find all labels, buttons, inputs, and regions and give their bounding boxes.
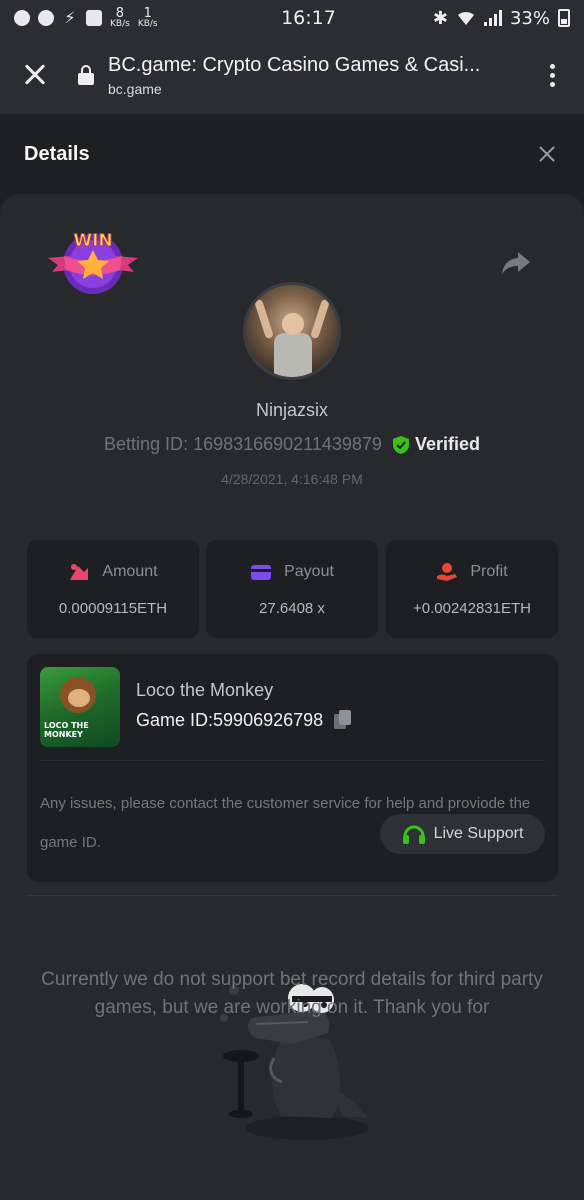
close-tab-icon[interactable] (18, 58, 52, 92)
payout-label: Payout (284, 563, 334, 580)
live-support-button[interactable]: Live Support (380, 814, 545, 854)
amount-label: Amount (102, 563, 158, 580)
game-info-box: LOCO THE MONKEY Loco the Monkey Game ID: … (27, 654, 558, 882)
amount-icon (70, 564, 89, 580)
details-header: Details (0, 114, 584, 194)
status-time: 16:17 (281, 7, 336, 29)
betting-id-value: 1698316690211439879 (193, 434, 382, 454)
status-bar: ⚡ 8 KB/s 1 KB/s 16:17 ✱ 33% (0, 0, 584, 36)
payout-stat: Payout 27.6408 x (206, 540, 378, 638)
browser-address[interactable]: BC.game: Crypto Casino Games & Casi... b… (108, 54, 540, 97)
win-badge-text: WIN (73, 231, 112, 251)
profit-value: +0.00242831ETH (412, 600, 531, 617)
headset-icon (402, 825, 425, 844)
live-support-label: Live Support (433, 825, 524, 842)
facebook-icon (38, 10, 54, 26)
browser-toolbar: BC.game: Crypto Casino Games & Casi... b… (0, 36, 584, 114)
status-right-icons: ✱ 33% (433, 8, 570, 29)
messenger-icon (14, 10, 30, 26)
divider (40, 760, 545, 761)
username: Ninjazsix (255, 400, 329, 420)
win-badge-icon: WIN (48, 231, 138, 294)
amount-value: 0.00009115ETH (58, 600, 168, 617)
profit-icon (437, 563, 458, 581)
signal-icon (483, 10, 502, 26)
page-title: BC.game: Crypto Casino Games & Casi... (108, 53, 481, 76)
download-speed: 8 KB/s (110, 5, 130, 29)
vpn-icon (86, 10, 102, 26)
profit-label: Profit (470, 563, 508, 580)
upload-speed: 1 KB/s (137, 5, 158, 29)
copy-icon[interactable] (333, 709, 353, 731)
bet-details-card: WIN Ninjazsix Betting ID: 16983166902114… (0, 194, 584, 1200)
payout-value: 27.6408 x (259, 600, 325, 617)
betting-id-label: Betting ID: (104, 434, 189, 454)
avatar (243, 282, 341, 380)
section-divider (27, 895, 558, 896)
thumb-label-bottom: MONKEY (44, 730, 83, 739)
battery-icon (558, 9, 570, 27)
close-details-icon[interactable] (536, 143, 558, 165)
battery-percent: 33% (509, 7, 550, 29)
share-icon[interactable] (500, 250, 532, 276)
bet-timestamp: 4/28/2021, 4:16:48 PM (221, 471, 363, 487)
details-title: Details (24, 142, 90, 165)
payout-icon (251, 565, 272, 580)
game-id-value: 59906926798 (213, 709, 324, 730)
wifi-icon (457, 11, 474, 25)
thumb-label-top: LOCO THE (44, 721, 89, 730)
page-url: bc.game (108, 80, 162, 97)
verified-label: Verified (414, 434, 480, 454)
betting-id-row: Betting ID: 1698316690211439879 Verified (0, 434, 584, 455)
game-thumbnail[interactable]: LOCO THE MONKEY (40, 667, 120, 747)
verified-shield-icon (392, 435, 409, 454)
footer-notice: Currently we do not support bet record d… (41, 969, 543, 1018)
game-id-row: Game ID: 59906926798 (136, 709, 353, 731)
lock-icon[interactable] (78, 65, 94, 85)
game-name: Loco the Monkey (136, 680, 274, 700)
amount-stat: Amount 0.00009115ETH (27, 540, 199, 638)
bolt-icon: ⚡ (64, 8, 76, 27)
profit-stat: Profit +0.00242831ETH (386, 540, 558, 638)
more-options-icon[interactable] (540, 63, 564, 87)
bluetooth-icon: ✱ (432, 7, 448, 29)
game-id-label: Game ID: (136, 709, 214, 730)
